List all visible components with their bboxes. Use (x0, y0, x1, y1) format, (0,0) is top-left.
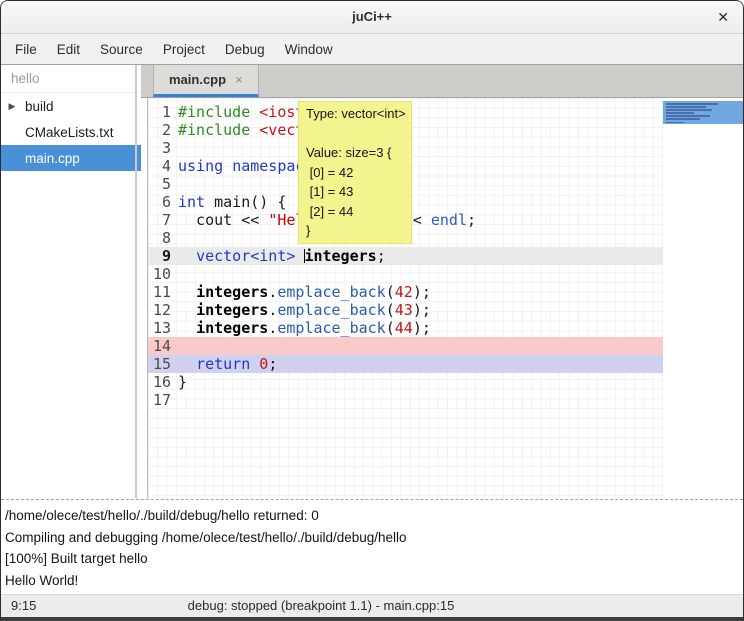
line-content: integers.emplace_back(43); (171, 301, 431, 319)
line-number[interactable]: 10 (148, 265, 171, 283)
editor-content: 1#include <iostream>2#include <vector>34… (141, 98, 743, 498)
menu-item-file[interactable]: File (5, 37, 47, 62)
code-line-15[interactable]: 15 return 0; (148, 355, 663, 373)
line-content: int main() { (171, 193, 286, 211)
line-number[interactable]: 15 (148, 355, 171, 373)
sidebar-item-main-cpp[interactable]: main.cpp (1, 145, 141, 171)
pane-splitter[interactable] (1, 498, 743, 502)
line-content (171, 229, 178, 247)
line-content: vector<int> integers; (171, 247, 386, 265)
menu-item-debug[interactable]: Debug (215, 37, 275, 62)
line-number[interactable]: 8 (148, 229, 171, 247)
line-number[interactable]: 9 (148, 247, 171, 265)
line-content (171, 265, 178, 283)
menu-item-source[interactable]: Source (90, 37, 153, 62)
terminal-line: Compiling and debugging /home/olece/test… (5, 527, 739, 549)
code-line-11[interactable]: 11 integers.emplace_back(42); (148, 283, 663, 301)
line-content: } (171, 373, 187, 391)
sidebar-scrollbar[interactable] (135, 65, 137, 498)
code-line-9[interactable]: 9 vector<int> integers; (148, 247, 663, 265)
terminal-line: [100%] Built target hello (5, 548, 739, 570)
code-line-10[interactable]: 10 (148, 265, 663, 283)
terminal-output[interactable]: /home/olece/test/hello/./build/debug/hel… (1, 502, 743, 594)
minimap-code-line (666, 103, 718, 105)
app-window: juCi++ ✕ FileEditSourceProjectDebugWindo… (0, 0, 744, 621)
tree-item-label: build (17, 99, 54, 114)
terminal-line: Hello World! (5, 570, 739, 592)
code-line-12[interactable]: 12 integers.emplace_back(43); (148, 301, 663, 319)
sidebar-item-cmakelists-txt[interactable]: CMakeLists.txt (1, 119, 141, 145)
menu-item-window[interactable]: Window (275, 37, 343, 62)
tooltip-line: [2] = 44 (306, 202, 404, 222)
tab-label: main.cpp (169, 72, 226, 87)
status-debug-message: debug: stopped (breakpoint 1.1) - main.c… (1, 598, 641, 613)
line-number[interactable]: 6 (148, 193, 171, 211)
code-line-17[interactable]: 17 (148, 391, 663, 409)
line-number[interactable]: 16 (148, 373, 171, 391)
menu-item-project[interactable]: Project (153, 37, 215, 62)
file-tree: ▶build CMakeLists.txt main.cpp (1, 93, 141, 171)
tooltip-line: [0] = 42 (306, 163, 404, 183)
debug-value-tooltip: Type: vector<int> Value: size=3 { [0] = … (298, 101, 412, 244)
window-bottom-edge (1, 617, 743, 621)
tooltip-line (306, 124, 404, 144)
line-content: integers.emplace_back(44); (171, 319, 431, 337)
code-line-13[interactable]: 13 integers.emplace_back(44); (148, 319, 663, 337)
line-number[interactable]: 11 (148, 283, 171, 301)
tab-bar: main.cpp × (141, 65, 743, 98)
tab-main-cpp[interactable]: main.cpp × (153, 65, 259, 97)
line-content (171, 175, 178, 193)
line-number[interactable]: 17 (148, 391, 171, 409)
line-number[interactable]: 12 (148, 301, 171, 319)
minimap-code-line (666, 109, 712, 111)
code-line-14[interactable]: 14 (148, 337, 663, 355)
line-number[interactable]: 14 (148, 337, 171, 355)
terminal-line: /home/olece/test/hello/./build/debug/hel… (5, 505, 739, 527)
tree-item-label: main.cpp (1, 151, 80, 166)
line-number[interactable]: 13 (148, 319, 171, 337)
close-icon[interactable]: ✕ (717, 1, 729, 33)
minimap-code-line (666, 115, 710, 117)
code-line-16[interactable]: 16} (148, 373, 663, 391)
line-number[interactable]: 7 (148, 211, 171, 229)
minimap-viewport[interactable] (663, 101, 743, 124)
status-bar: 9:15 debug: stopped (breakpoint 1.1) - m… (1, 594, 743, 617)
file-tree-sidebar: hello ▶build CMakeLists.txt main.cpp (1, 65, 141, 498)
tooltip-line: Type: vector<int> (306, 104, 404, 124)
line-content (171, 391, 178, 409)
line-content (171, 139, 178, 157)
line-content: integers.emplace_back(42); (171, 283, 431, 301)
tooltip-line: [1] = 43 (306, 182, 404, 202)
line-number[interactable]: 4 (148, 157, 171, 175)
minimap-code-line (666, 118, 700, 120)
minimap-code-line (666, 122, 684, 124)
tooltip-line: } (306, 221, 404, 241)
line-number[interactable]: 2 (148, 121, 171, 139)
editor-pane: main.cpp × 1#include <iostream>2#include… (141, 65, 743, 498)
tooltip-line: Value: size=3 { (306, 143, 404, 163)
title-bar[interactable]: juCi++ ✕ (1, 1, 743, 34)
line-number[interactable]: 3 (148, 139, 171, 157)
minimap[interactable] (663, 98, 743, 498)
tab-close-icon[interactable]: × (235, 72, 243, 87)
line-number[interactable]: 5 (148, 175, 171, 193)
tree-item-label: CMakeLists.txt (1, 125, 114, 140)
main-area: hello ▶build CMakeLists.txt main.cpp main.… (1, 65, 743, 498)
line-content: return 0; (171, 355, 277, 373)
menu-bar: FileEditSourceProjectDebugWindow (1, 34, 743, 65)
expander-icon[interactable]: ▶ (1, 101, 17, 112)
line-number[interactable]: 1 (148, 103, 171, 121)
project-name-label: hello (1, 65, 141, 93)
window-title: juCi++ (1, 1, 743, 33)
minimap-code-line (666, 106, 706, 108)
menu-item-edit[interactable]: Edit (47, 37, 90, 62)
line-content (171, 337, 178, 355)
sidebar-item-build[interactable]: ▶build (1, 93, 141, 119)
minimap-code-line (666, 112, 694, 114)
